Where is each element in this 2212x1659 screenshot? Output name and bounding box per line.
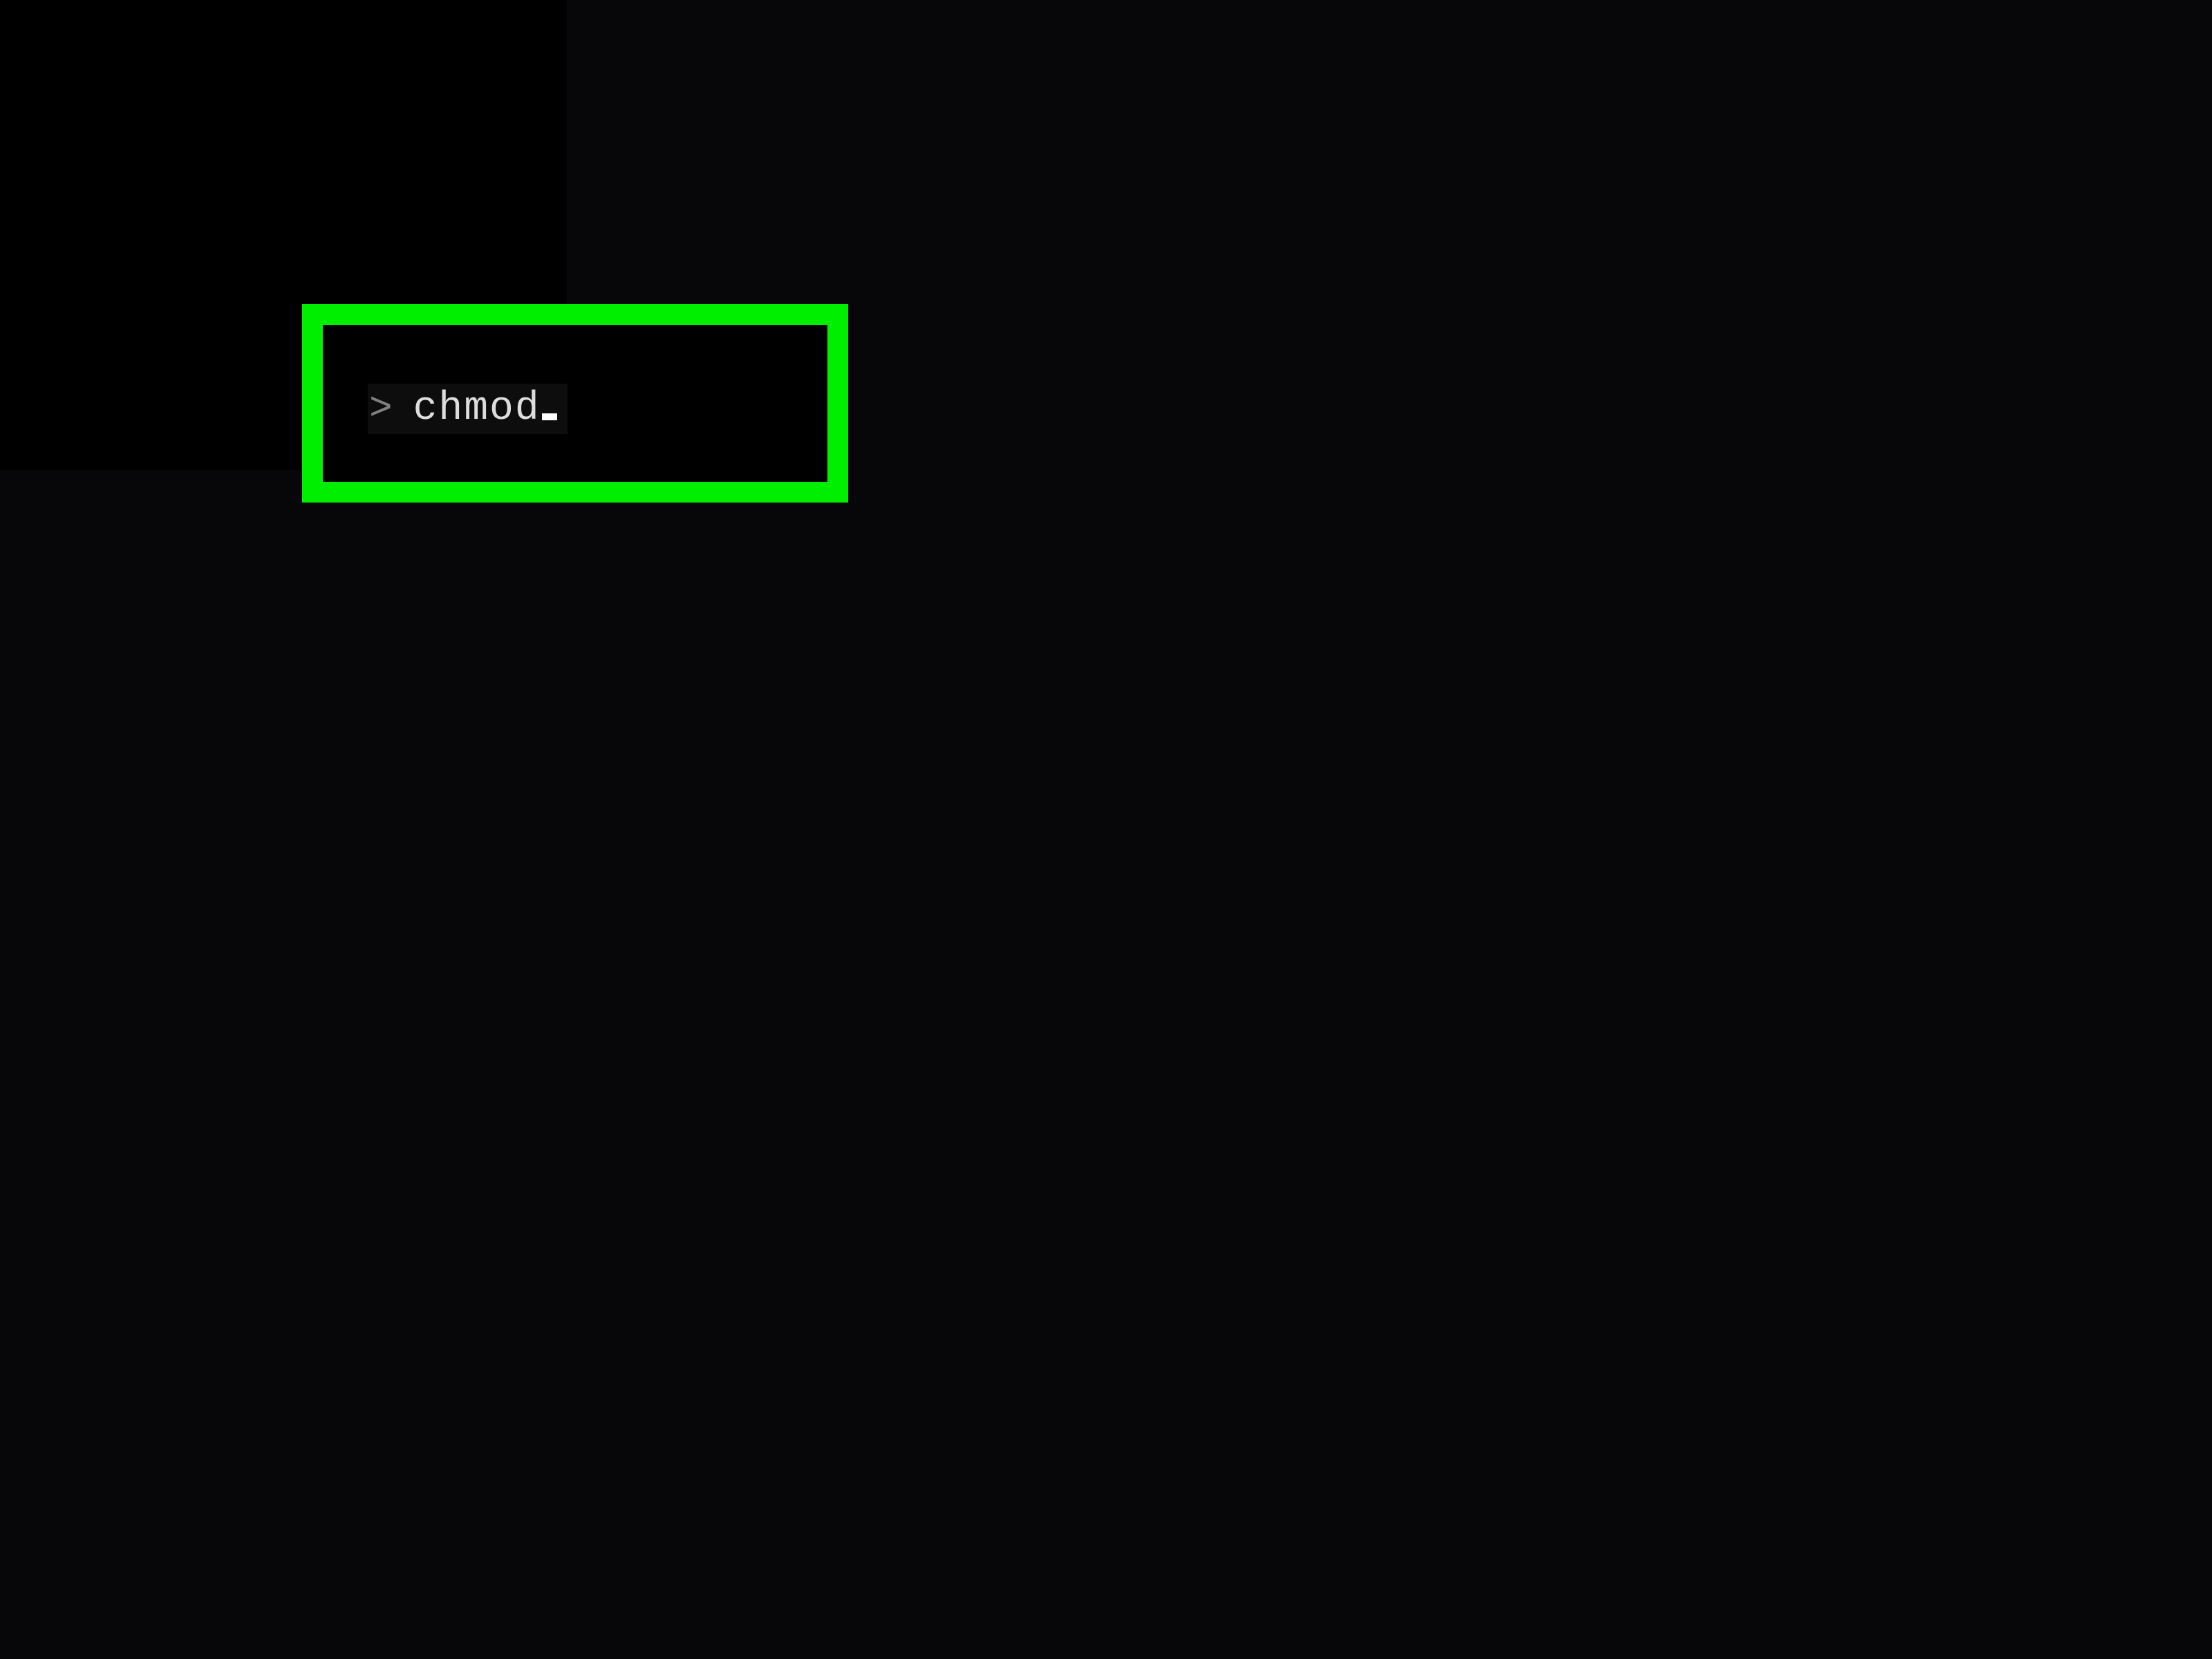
prompt-symbol: > xyxy=(369,386,393,431)
highlight-box: > chmod xyxy=(302,304,848,503)
command-wrapper: chmod xyxy=(413,386,557,431)
cursor-icon xyxy=(542,413,557,420)
terminal-input-line[interactable]: > chmod xyxy=(368,384,568,434)
command-text: chmod xyxy=(413,386,541,431)
